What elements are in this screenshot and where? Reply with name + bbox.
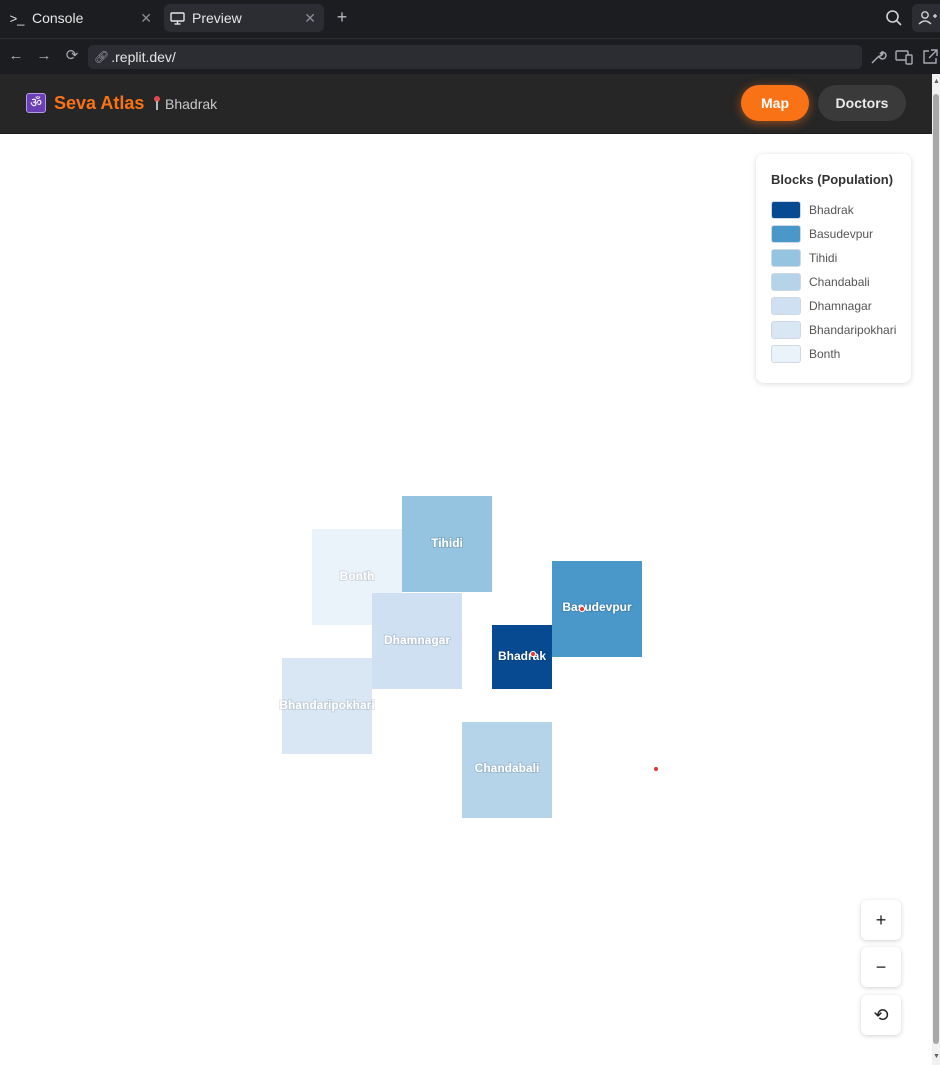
- doctors-nav-button[interactable]: Doctors: [818, 85, 906, 121]
- page-viewport: ॐ Seva Atlas Bhadrak Map Doctors Bonth T…: [0, 74, 932, 1065]
- block-tihidi-label: Tihidi: [431, 536, 463, 550]
- tab-console[interactable]: >_ Console ✕: [4, 4, 160, 32]
- block-dhamnagar-label: Dhamnagar: [384, 633, 450, 647]
- scroll-down-arrow[interactable]: ▼: [933, 1053, 940, 1061]
- legend-label: Dhamnagar: [809, 299, 872, 313]
- location-indicator: Bhadrak: [152, 95, 217, 113]
- facility-marker[interactable]: [652, 765, 660, 773]
- browser-tab-strip: >_ Console ✕ Preview ✕ +: [0, 0, 940, 38]
- url-input[interactable]: 🔗︎ .replit.dev/: [88, 45, 862, 69]
- tab-preview[interactable]: Preview ✕: [164, 4, 324, 32]
- tab-console-label: Console: [32, 10, 84, 26]
- tab-preview-label: Preview: [192, 10, 242, 26]
- legend-swatch: [771, 273, 801, 291]
- legend-label: Bonth: [809, 347, 841, 361]
- legend-item: Basudevpur: [771, 225, 873, 243]
- terminal-icon: >_: [9, 10, 25, 26]
- close-icon[interactable]: ✕: [304, 10, 316, 26]
- legend-swatch: [771, 321, 801, 339]
- legend-item: Bhadrak: [771, 201, 854, 219]
- map-nav-button[interactable]: Map: [741, 85, 809, 121]
- block-bhadrak-label: Bhadrak: [498, 649, 546, 663]
- scrollbar-thumb[interactable]: [933, 94, 939, 1044]
- block-basudevpur-label: Basudevpur: [562, 600, 632, 614]
- new-tab-icon[interactable]: +: [332, 8, 352, 28]
- map-legend: Blocks (Population) Bhadrak Basudevpur T…: [756, 154, 911, 383]
- legend-swatch: [771, 201, 801, 219]
- devices-icon[interactable]: [895, 48, 913, 66]
- block-bonth-label: Bonth: [340, 569, 375, 583]
- block-chandabali-label: Chandabali: [475, 761, 540, 775]
- page-scrollbar[interactable]: ▲ ▼: [932, 74, 940, 1065]
- legend-swatch: [771, 297, 801, 315]
- legend-item: Chandabali: [771, 273, 870, 291]
- legend-label: Bhandaripokhari: [809, 323, 897, 337]
- legend-item: Dhamnagar: [771, 297, 872, 315]
- block-bhandaripokhari[interactable]: Bhandaripokhari: [278, 658, 376, 754]
- legend-swatch: [771, 249, 801, 267]
- pin-icon: [152, 96, 162, 112]
- legend-swatch: [771, 225, 801, 243]
- legend-label: Bhadrak: [809, 203, 854, 217]
- url-text: .replit.dev/: [111, 49, 176, 65]
- reload-icon[interactable]: ⟳: [63, 47, 81, 65]
- close-icon[interactable]: ✕: [140, 10, 152, 26]
- zoom-out-button[interactable]: −: [861, 947, 901, 987]
- legend-title: Blocks (Population): [771, 172, 894, 187]
- legend-swatch: [771, 345, 801, 363]
- block-bhandaripokhari-label: Bhandaripokhari: [279, 698, 374, 712]
- legend-label: Tihidi: [809, 251, 838, 265]
- om-logo: ॐ: [26, 93, 46, 113]
- legend-label: Basudevpur: [809, 227, 874, 241]
- forward-icon[interactable]: →: [35, 47, 53, 65]
- block-basudevpur[interactable]: Basudevpur: [552, 561, 642, 657]
- block-bhadrak[interactable]: Bhadrak: [492, 625, 552, 689]
- legend-item: Bhandaripokhari: [771, 321, 896, 339]
- brand-title[interactable]: Seva Atlas: [54, 92, 144, 114]
- wrench-icon[interactable]: [869, 48, 887, 66]
- facility-marker[interactable]: [529, 650, 537, 658]
- link-icon: 🔗︎: [94, 50, 110, 64]
- legend-item: Bonth: [771, 345, 840, 363]
- back-icon[interactable]: ←: [7, 47, 25, 65]
- user-account-icon[interactable]: [912, 4, 940, 32]
- location-label: Bhadrak: [165, 96, 218, 112]
- facility-marker[interactable]: [578, 605, 586, 613]
- reset-view-button[interactable]: ⟲: [861, 995, 901, 1035]
- legend-label: Chandabali: [809, 275, 870, 289]
- scroll-up-arrow[interactable]: ▲: [933, 78, 940, 86]
- monitor-icon: [168, 11, 186, 25]
- block-dhamnagar[interactable]: Dhamnagar: [372, 593, 462, 689]
- address-bar: ← → ⟳ 🔗︎ .replit.dev/: [0, 38, 940, 74]
- search-icon[interactable]: [885, 9, 905, 29]
- legend-item: Tihidi: [771, 249, 837, 267]
- open-external-icon[interactable]: [921, 48, 939, 66]
- block-tihidi[interactable]: Tihidi: [402, 496, 492, 592]
- zoom-in-button[interactable]: +: [861, 900, 901, 940]
- app-header: ॐ Seva Atlas Bhadrak Map Doctors: [0, 74, 932, 134]
- block-chandabali[interactable]: Chandabali: [462, 722, 552, 818]
